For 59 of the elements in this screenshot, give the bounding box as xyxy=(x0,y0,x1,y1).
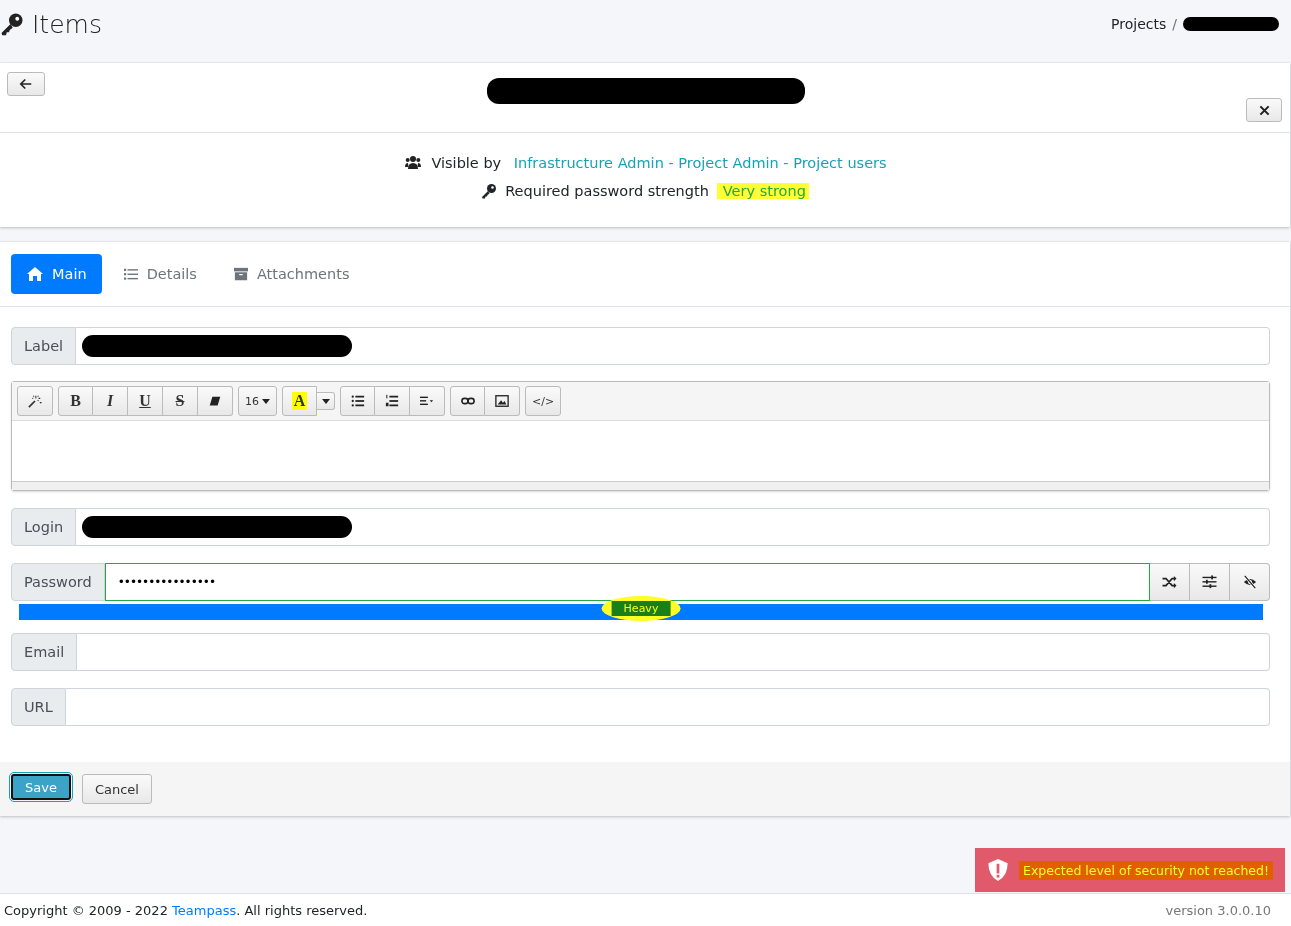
users-icon xyxy=(403,155,424,171)
caret-icon xyxy=(321,398,330,404)
field-label: Password xyxy=(11,563,105,601)
strength-requirement-label: Required password strength xyxy=(505,183,709,199)
font-size-button[interactable]: 16 xyxy=(238,386,277,416)
tab[interactable]: Main xyxy=(11,254,102,294)
eye-slash-icon xyxy=(1241,575,1258,589)
hide-password-button[interactable] xyxy=(1230,563,1270,601)
required-strength-value: Very strong xyxy=(716,183,809,199)
image-button[interactable] xyxy=(485,386,520,416)
ul-button[interactable] xyxy=(340,386,375,416)
copyright-text: Copyright © 2009 - 2022 Teampass. All rights reserved. xyxy=(4,902,368,918)
bold-button[interactable]: B xyxy=(58,386,93,416)
field-label: Label xyxy=(11,327,77,365)
sliders-icon xyxy=(1202,575,1217,589)
link-button[interactable] xyxy=(450,386,485,416)
settings-button[interactable] xyxy=(1190,563,1230,601)
code-view-button[interactable]: </> xyxy=(525,386,562,416)
field-label: Email xyxy=(11,633,78,671)
toast-message: Expected level of security not reached! xyxy=(1019,860,1273,880)
underline-button[interactable]: U xyxy=(128,386,163,416)
numbered-list-icon xyxy=(385,394,399,408)
eraser-button[interactable] xyxy=(198,386,233,416)
list-icon xyxy=(122,267,139,281)
breadcrumb-separator: / xyxy=(1172,16,1177,32)
text-editor[interactable]: B I U S 16 A </> xyxy=(11,381,1270,491)
shuffle-icon xyxy=(1162,575,1177,589)
visible-by-groups: Infrastructure Admin - Project Admin - Project users xyxy=(509,155,887,171)
home-icon xyxy=(26,266,44,282)
strikethrough-button[interactable]: S xyxy=(163,386,198,416)
field-label: Login xyxy=(11,508,77,546)
cancel-button[interactable]: Cancel xyxy=(81,774,152,804)
visibility-label: Visible by xyxy=(431,155,502,171)
shield-alert-icon xyxy=(987,858,1009,882)
text-color-button[interactable]: A xyxy=(282,386,317,416)
password-field[interactable]: •••••••••••••••• xyxy=(104,563,1150,601)
archive-icon xyxy=(232,267,249,281)
field-label: URL xyxy=(11,688,66,726)
version-text: version 3.0.0.10 xyxy=(1165,902,1271,918)
page-title: Items xyxy=(32,9,102,39)
caret-icon xyxy=(262,398,270,404)
italic-button[interactable]: I xyxy=(93,386,128,416)
eraser-icon xyxy=(208,394,222,408)
color-dropdown-button[interactable] xyxy=(317,392,335,410)
back-button[interactable] xyxy=(7,72,45,96)
tab[interactable]: Details xyxy=(107,254,212,294)
tab[interactable]: Attachments xyxy=(217,254,365,294)
bullet-list-icon xyxy=(350,394,365,408)
arrow-left-icon xyxy=(19,78,33,90)
resize-handle[interactable] xyxy=(12,481,1269,490)
breadcrumb-link[interactable]: Projects xyxy=(1111,16,1167,32)
ol-button[interactable] xyxy=(375,386,410,416)
close-button[interactable] xyxy=(1246,98,1282,122)
close-icon xyxy=(1258,104,1270,116)
align-button[interactable] xyxy=(410,386,445,416)
image-icon xyxy=(494,394,510,408)
generate-button[interactable] xyxy=(1150,563,1190,601)
wand-button[interactable] xyxy=(17,386,53,416)
key-icon xyxy=(481,183,498,199)
